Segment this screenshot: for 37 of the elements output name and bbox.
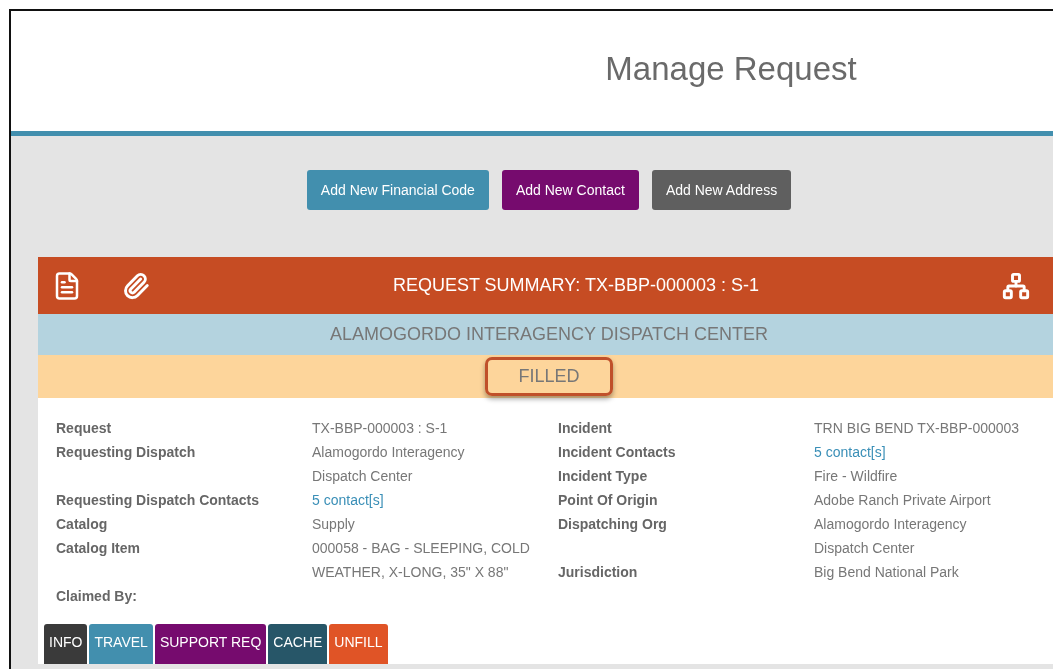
field-value: 000058 - BAG - SLEEPING, COLD WEATHER, X-LONG, 35" X 88"	[312, 539, 531, 582]
field-label: Request	[56, 419, 113, 438]
add-button[interactable]: Add New Financial Code	[306, 170, 489, 210]
contacts-link[interactable]: 5 contact[s]	[312, 488, 384, 512]
field-value: Adobe Ranch Private Airport	[814, 491, 992, 510]
tab[interactable]: UNFILL	[329, 624, 388, 664]
hierarchy-icon[interactable]	[1002, 271, 1030, 300]
field-label: Incident	[558, 419, 613, 438]
field-label: Catalog Item	[56, 539, 141, 558]
field-label: Point Of Origin	[558, 491, 659, 510]
field-label: Claimed By:	[56, 587, 138, 606]
field-value: Big Bend National Park	[814, 563, 960, 582]
contacts-link[interactable]: 5 contact[s]	[814, 440, 886, 464]
field-label: Requesting Dispatch Contacts	[56, 491, 261, 510]
field-value: Alamogordo Interagency Dispatch Center	[312, 443, 466, 486]
field-value: Fire - Wildfire	[814, 467, 899, 486]
field-label: Requesting Dispatch	[56, 443, 197, 462]
field-value: Supply	[312, 515, 356, 534]
field-value: TX-BBP-000003 : S-1	[312, 419, 449, 438]
tab[interactable]: TRAVEL	[89, 624, 153, 664]
field-value: TRN BIG BEND TX-BBP-000003	[814, 419, 1021, 438]
status-label: FILLED	[485, 357, 613, 396]
tab[interactable]: CACHE	[268, 624, 328, 664]
field-label: Incident Type	[558, 467, 649, 486]
field-label: Catalog	[56, 515, 109, 534]
paperclip-icon[interactable]	[122, 271, 150, 300]
page-title: Manage Request	[605, 50, 857, 88]
card-title: REQUEST SUMMARY: TX-BBP-000003 : S-1	[391, 275, 761, 296]
add-button[interactable]: Add New Contact	[501, 170, 639, 210]
field-label: Incident Contacts	[558, 443, 677, 462]
add-button[interactable]: Add New Address	[651, 170, 792, 210]
field-value: Alamogordo Interagency Dispatch Center	[814, 515, 968, 558]
tab[interactable]: SUPPORT REQ	[154, 624, 267, 664]
tab[interactable]: INFO	[44, 624, 88, 664]
field-label: Jurisdiction	[558, 563, 639, 582]
dispatch-center: ALAMOGORDO INTERAGENCY DISPATCH CENTER	[38, 314, 1053, 355]
field-label: Dispatching Org	[558, 515, 668, 534]
